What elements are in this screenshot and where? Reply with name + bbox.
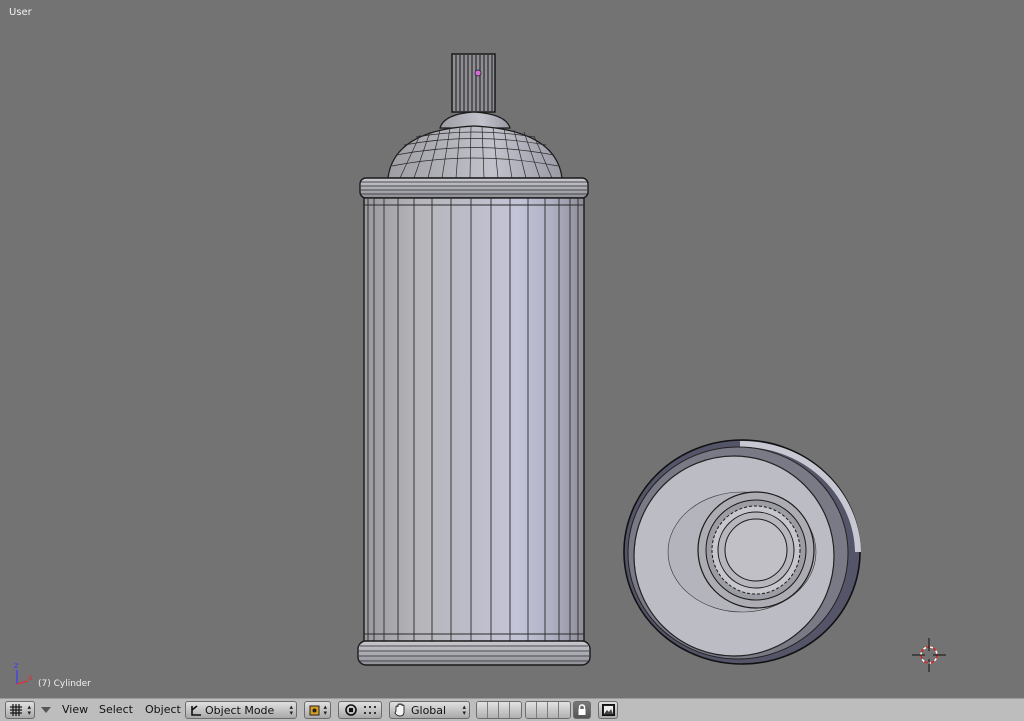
render-image-icon bbox=[601, 704, 615, 716]
pivot-point-icon bbox=[309, 705, 320, 716]
manipulator-group[interactable] bbox=[338, 701, 382, 719]
object-mode-icon bbox=[191, 704, 201, 716]
object-origin-icon bbox=[474, 69, 482, 77]
layer-button[interactable] bbox=[548, 702, 559, 718]
menu-view[interactable]: View bbox=[62, 703, 88, 716]
hand-icon bbox=[394, 703, 405, 717]
menu-select[interactable]: Select bbox=[99, 703, 133, 716]
layer-button[interactable] bbox=[488, 702, 499, 718]
viewport-header: ▴ ▾ View Select Object Object Mode ▴ ▾ ▴ ▾ bbox=[0, 698, 1024, 721]
grid-icon bbox=[10, 704, 22, 716]
mode-selector-label: Object Mode bbox=[205, 703, 275, 717]
manipulator-icon[interactable] bbox=[341, 702, 361, 718]
updown-arrows-icon: ▴ ▾ bbox=[462, 703, 466, 717]
updown-arrows-icon: ▴ ▾ bbox=[289, 703, 293, 717]
transform-orientation-selector[interactable]: Global ▴ ▾ bbox=[389, 701, 470, 719]
pivot-point-selector[interactable]: ▴ ▾ bbox=[304, 701, 331, 719]
layer-button[interactable] bbox=[510, 702, 521, 718]
scene-canvas[interactable]: z x bbox=[0, 0, 1024, 698]
3d-cursor-icon[interactable] bbox=[912, 638, 946, 672]
axis-x-label: x bbox=[28, 673, 33, 682]
layer-button[interactable] bbox=[477, 702, 488, 718]
layer-button[interactable] bbox=[499, 702, 510, 718]
render-opengl-button[interactable] bbox=[598, 701, 618, 719]
spray-can-mesh[interactable] bbox=[357, 53, 591, 666]
updown-arrows-icon: ▴ ▾ bbox=[27, 703, 31, 717]
mode-selector[interactable]: Object Mode ▴ ▾ bbox=[185, 701, 297, 719]
snap-grid-icon[interactable] bbox=[361, 702, 379, 718]
lock-layers-button[interactable] bbox=[573, 701, 591, 719]
menu-object[interactable]: Object bbox=[145, 703, 181, 716]
lock-icon bbox=[578, 704, 586, 715]
view-name-label: User bbox=[9, 7, 32, 18]
updown-arrows-icon: ▴ ▾ bbox=[323, 703, 327, 717]
layers-group-1[interactable] bbox=[476, 701, 522, 719]
axis-z-label: z bbox=[14, 661, 18, 670]
collapse-menu-icon[interactable] bbox=[41, 706, 51, 714]
layers-group-2[interactable] bbox=[525, 701, 571, 719]
layer-button[interactable] bbox=[537, 702, 548, 718]
cap-mesh[interactable] bbox=[623, 439, 861, 665]
object-info-label: (7) Cylinder bbox=[38, 679, 91, 689]
3d-viewport[interactable]: z x User (7) Cylinder bbox=[0, 0, 1024, 698]
editor-type-selector[interactable]: ▴ ▾ bbox=[5, 701, 35, 719]
transform-orientation-label: Global bbox=[411, 703, 447, 717]
axis-gizmo-icon: z x bbox=[14, 661, 33, 685]
layer-button[interactable] bbox=[526, 702, 537, 718]
layer-button[interactable] bbox=[559, 702, 570, 718]
